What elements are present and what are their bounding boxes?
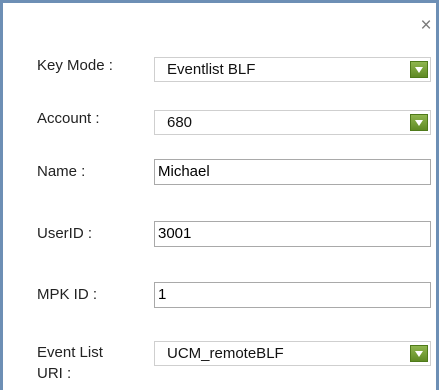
name-label: Name :: [37, 163, 86, 180]
close-icon[interactable]: ×: [417, 16, 435, 35]
mpk-id-label: MPK ID :: [37, 286, 98, 303]
mpk-id-field[interactable]: 1: [154, 282, 431, 308]
account-select[interactable]: 680: [154, 110, 431, 135]
chevron-down-icon[interactable]: [410, 114, 428, 131]
userid-field[interactable]: 3001: [154, 221, 431, 247]
account-label: Account :: [37, 110, 100, 127]
key-mode-select[interactable]: Eventlist BLF: [154, 57, 431, 82]
userid-label: UserID :: [37, 225, 93, 242]
name-field[interactable]: Michael: [154, 159, 431, 185]
event-list-uri-select[interactable]: UCM_remoteBLF: [154, 341, 431, 366]
chevron-down-icon[interactable]: [410, 61, 428, 78]
event-list-uri-label-line2: URI :: [37, 365, 72, 382]
event-list-uri-value: UCM_remoteBLF: [167, 345, 284, 362]
key-config-dialog: × Key Mode : Eventlist BLF Account : 680…: [0, 0, 439, 390]
event-list-uri-label-line1: Event List: [37, 344, 103, 361]
key-mode-value: Eventlist BLF: [167, 61, 256, 78]
key-mode-label: Key Mode :: [37, 57, 113, 74]
account-value: 680: [167, 114, 193, 131]
chevron-down-icon[interactable]: [410, 345, 428, 362]
